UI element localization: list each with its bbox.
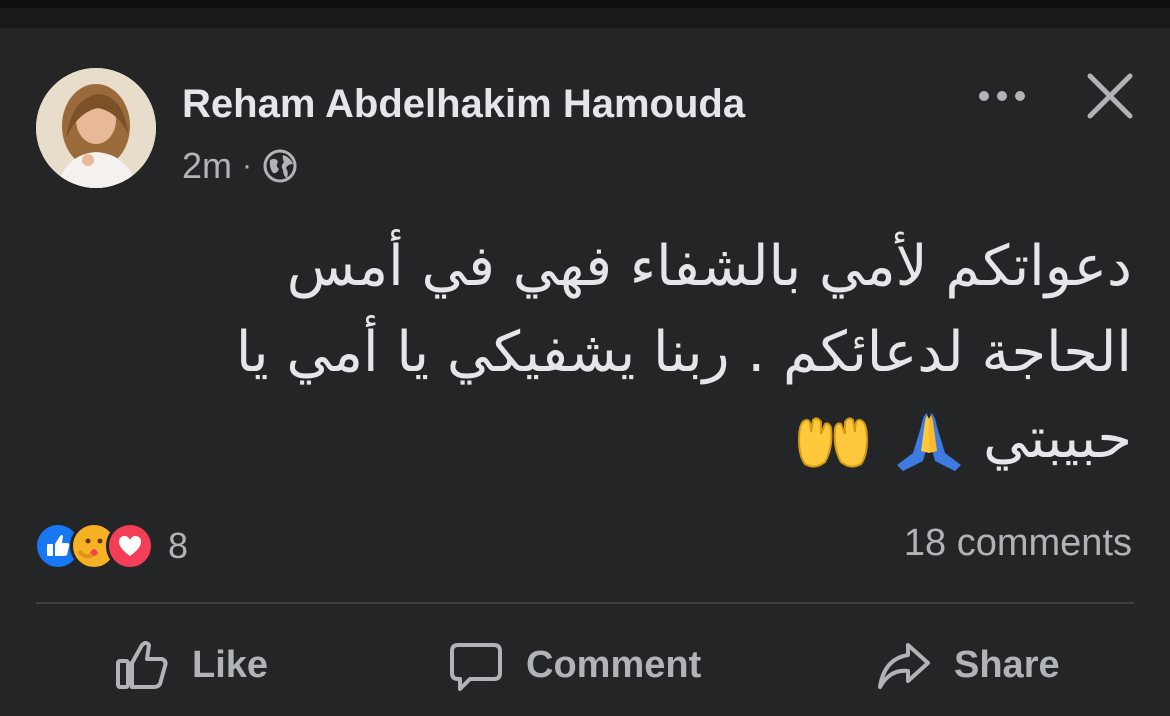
meta-separator: ·	[242, 149, 253, 182]
comment-label: Comment	[526, 643, 702, 686]
share-label: Share	[954, 643, 1060, 686]
close-icon	[1087, 73, 1133, 119]
thumbs-up-icon	[116, 641, 168, 689]
like-button[interactable]: Like	[114, 632, 268, 698]
reactions-summary[interactable]: 8	[34, 520, 188, 572]
love-reaction-icon	[106, 522, 154, 570]
feed-gap	[0, 8, 1170, 28]
actions-divider	[36, 602, 1134, 604]
reactions-count: 8	[168, 525, 189, 566]
like-label: Like	[192, 643, 269, 686]
close-button[interactable]	[1084, 70, 1136, 122]
avatar-image	[36, 68, 156, 188]
post-text-line-1: دعواتكم لأمي بالشفاء فهي في أمس	[286, 234, 1132, 299]
author-name[interactable]: Reham Abdelhakim Hamouda	[182, 82, 745, 127]
folded-hands-emoji-icon	[897, 412, 962, 471]
share-button[interactable]: Share	[876, 632, 1060, 698]
author-avatar[interactable]	[36, 68, 156, 188]
top-bar	[0, 0, 1170, 8]
post-text-line-3: حبيبتي	[132, 396, 1132, 482]
globe-icon	[263, 149, 297, 183]
comments-count[interactable]: 18 comments	[904, 522, 1132, 565]
share-arrow-icon	[878, 643, 930, 689]
post-text: دعواتكم لأمي بالشفاء فهي في أمس الحاجة ل…	[132, 224, 1132, 482]
post-meta: 2m ·	[182, 144, 298, 188]
post-text-line-3-text: حبيبتي	[983, 406, 1132, 471]
comment-bubble-icon	[450, 643, 502, 691]
post-text-line-2: الحاجة لدعائكم . ربنا يشفيكي يا أمي يا	[235, 320, 1132, 385]
more-options-button[interactable]	[972, 78, 1032, 114]
post-time[interactable]: 2m	[182, 145, 232, 187]
comment-button[interactable]: Comment	[448, 632, 701, 698]
palms-up-emoji-icon	[798, 417, 869, 468]
post-card: Reham Abdelhakim Hamouda 2m · دعواتكم لأ…	[0, 28, 1170, 716]
more-dots-icon	[979, 91, 1025, 101]
